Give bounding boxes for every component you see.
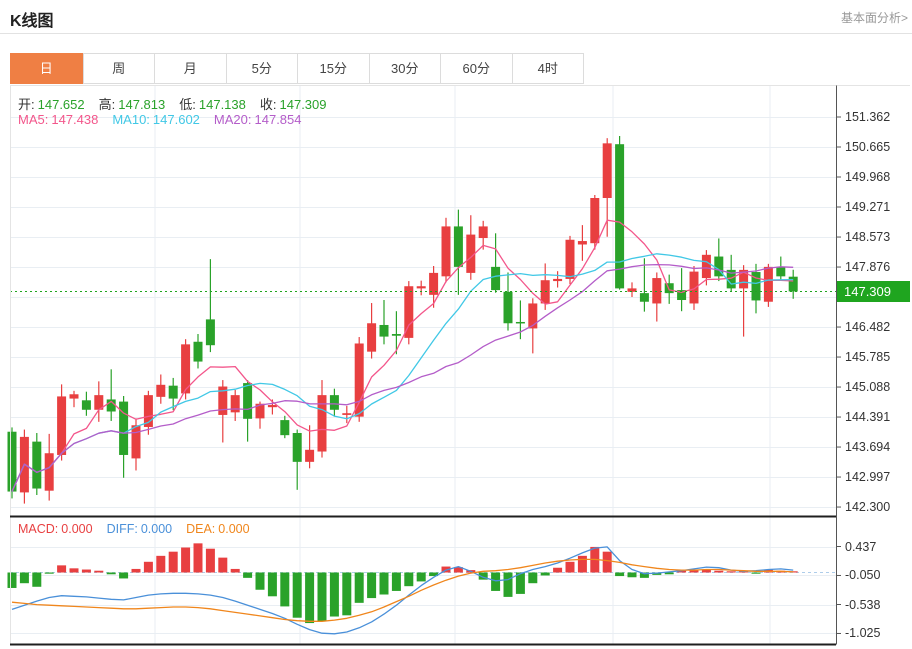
diff-value-legend-value: 0.000 <box>140 522 173 536</box>
ma20-line <box>11 263 794 492</box>
tab-interval-5[interactable]: 30分 <box>368 54 440 83</box>
ohlc-open-label: 开: <box>18 97 35 112</box>
macd-value-legend-label: MACD: <box>18 522 59 536</box>
header-divider <box>0 33 912 34</box>
grid-lines <box>10 85 836 644</box>
price-axis-label: 151.362 <box>845 110 891 124</box>
price-axis-label: 149.968 <box>845 170 891 184</box>
current-price-badge: 147.309 <box>837 281 910 302</box>
tab-interval-7[interactable]: 4时 <box>511 54 583 83</box>
chart-canvas[interactable] <box>0 85 912 649</box>
price-axis-label: 142.300 <box>845 500 891 514</box>
diff-value-legend-label: DIFF: <box>106 522 138 536</box>
tab-interval-6[interactable]: 60分 <box>440 54 512 83</box>
ohlc-high-value: 147.813 <box>118 97 166 112</box>
price-axis-label: 144.391 <box>845 410 891 424</box>
dea-value-legend-value: 0.000 <box>218 522 250 536</box>
price-axis-label: 145.088 <box>845 380 891 394</box>
ohlc-legend: 开: 147.652 高: 147.813 低: 147.138 收: 147.309 <box>18 94 341 113</box>
ma10-legend-value: 147.602 <box>152 112 200 127</box>
dea-line <box>11 558 794 622</box>
tab-interval-0[interactable]: 日 <box>10 53 83 84</box>
price-axis-label: 145.785 <box>845 350 891 364</box>
tab-interval-2[interactable]: 月 <box>154 54 226 83</box>
ma5-legend-label: MA5: <box>18 112 49 127</box>
tab-interval-1[interactable]: 周 <box>82 54 154 83</box>
macd-value-legend-value: 0.000 <box>61 522 93 536</box>
dea-value-legend-label: DEA: <box>186 522 216 536</box>
page-title: K线图 <box>10 13 54 30</box>
kline-page: { "header": { "title": "K线图", "more_link… <box>0 0 912 649</box>
price-axis-label: 143.694 <box>845 440 891 454</box>
price-axis-label: 147.876 <box>845 260 891 274</box>
ohlc-open-value: 147.652 <box>37 97 85 112</box>
ma10-line <box>11 253 794 492</box>
ma10-legend-label: MA10: <box>112 112 150 127</box>
ma5-legend-value: 147.438 <box>51 112 99 127</box>
price-axis-label: 146.482 <box>845 320 891 334</box>
ohlc-low-value: 147.138 <box>198 97 246 112</box>
fundamental-analysis-link[interactable]: 基本面分析> <box>841 9 908 26</box>
price-axis-label: 149.271 <box>845 200 891 214</box>
candlestick-series <box>7 136 798 504</box>
tab-interval-3[interactable]: 5分 <box>225 54 297 83</box>
ma20-legend-label: MA20: <box>213 112 252 127</box>
macd-axis-label: -1.025 <box>845 626 881 640</box>
macd-histogram <box>7 543 798 624</box>
interval-tabs: 日周月 5分 15分 30分 60分 4时 <box>10 53 584 84</box>
chart-frame <box>10 85 910 645</box>
macd-axis-label: 0.437 <box>845 540 877 554</box>
ohlc-low-label: 低: <box>179 97 196 112</box>
price-axis-label: 148.573 <box>845 230 891 244</box>
ohlc-close-label: 收: <box>259 97 277 112</box>
ohlc-high-label: 高: <box>98 97 116 112</box>
macd-legend: MACD: 0.000 DIFF: 0.000 DEA: 0.000 <box>18 522 264 536</box>
ma5-line <box>11 219 794 492</box>
ma-legend: MA5: 147.438 MA10: 147.602 MA20: 147.854 <box>18 112 316 127</box>
price-axis-label: 142.997 <box>845 470 891 484</box>
ohlc-close-value: 147.309 <box>279 97 327 112</box>
ma20-legend-value: 147.854 <box>254 112 302 127</box>
macd-axis-label: -0.050 <box>845 568 881 582</box>
macd-axis-label: -0.538 <box>845 598 881 612</box>
diff-line <box>11 546 794 635</box>
price-axis-label: 150.665 <box>845 140 891 154</box>
tab-interval-4[interactable]: 15分 <box>297 54 369 83</box>
